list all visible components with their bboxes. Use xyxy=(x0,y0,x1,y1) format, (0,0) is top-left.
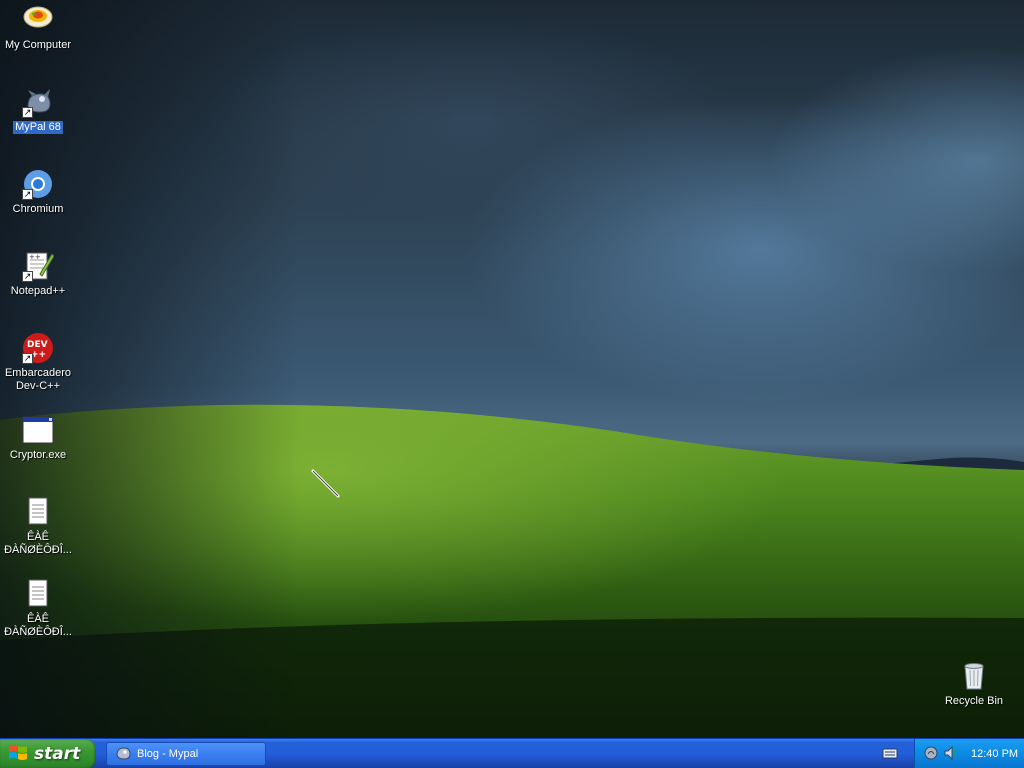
taskbar-button-label: Blog - Mypal xyxy=(137,748,199,760)
desktop[interactable]: My Computer ↗ MyPal 68 ↗ Chromium ++ ↗ N… xyxy=(0,0,1024,738)
start-label: start xyxy=(34,744,81,764)
desktop-icon-label: Chromium xyxy=(12,203,64,215)
taskbar-button-blog-mypal[interactable]: Blog - Mypal xyxy=(106,742,266,766)
desktop-icon-label: ÊÀÊ ÐÀÑØÈÔÐÎ... xyxy=(4,531,72,556)
svg-text:++: ++ xyxy=(31,350,46,360)
recycle-bin-icon xyxy=(958,660,990,692)
shortcut-arrow-icon: ↗ xyxy=(22,189,33,200)
desktop-icon-cryptor[interactable]: Cryptor.exe xyxy=(0,414,76,462)
shortcut-arrow-icon: ↗ xyxy=(22,107,33,118)
desktop-icon-recycle-bin[interactable]: Recycle Bin xyxy=(936,660,1012,708)
mypal-icon xyxy=(115,745,131,764)
text-file-icon xyxy=(22,578,54,610)
mypal-icon: ↗ xyxy=(22,86,54,118)
desktop-icon-text-file-1[interactable]: ÊÀÊ ÐÀÑØÈÔÐÎ... xyxy=(0,496,76,557)
desktop-icon-label: ÊÀÊ ÐÀÑØÈÔÐÎ... xyxy=(4,613,72,638)
desktop-icon-devcpp[interactable]: DEV ++ ↗ Embarcadero Dev-C++ xyxy=(0,332,76,393)
keyboard-icon[interactable] xyxy=(882,745,898,764)
desktop-icon-label: Embarcadero Dev-C++ xyxy=(4,367,72,392)
text-file-icon xyxy=(22,496,54,528)
desktop-icon-mypal[interactable]: ↗ MyPal 68 xyxy=(0,86,76,134)
desktop-icon-label: Recycle Bin xyxy=(944,695,1004,707)
svg-text:DEV: DEV xyxy=(27,340,48,350)
windows-logo-icon xyxy=(8,743,28,766)
devcpp-icon: DEV ++ ↗ xyxy=(22,332,54,364)
notepadpp-icon: ++ ↗ xyxy=(22,250,55,282)
shortcut-arrow-icon: ↗ xyxy=(22,353,33,364)
desktop-icon-label: Cryptor.exe xyxy=(9,449,67,461)
svg-text:++: ++ xyxy=(29,253,41,261)
chromium-icon: ↗ xyxy=(22,168,54,200)
desktop-icon-chromium[interactable]: ↗ Chromium xyxy=(0,168,76,216)
shortcut-arrow-icon: ↗ xyxy=(22,271,33,282)
my-computer-icon xyxy=(22,4,54,36)
exe-window-icon xyxy=(22,414,54,446)
desktop-icon-text-file-2[interactable]: ÊÀÊ ÐÀÑØÈÔÐÎ... xyxy=(0,578,76,639)
network-icon[interactable] xyxy=(923,745,939,764)
desktop-icon-notepadpp[interactable]: ++ ↗ Notepad++ xyxy=(0,250,76,298)
taskbar: start Blog - Mypal 12:40 PM xyxy=(0,738,1024,768)
volume-icon[interactable] xyxy=(943,745,959,764)
desktop-icon-label: My Computer xyxy=(4,39,72,51)
system-tray: 12:40 PM xyxy=(914,739,1024,768)
desktop-icon-label: MyPal 68 xyxy=(13,121,63,134)
mouse-cursor xyxy=(311,469,340,498)
start-button[interactable]: start xyxy=(0,739,96,768)
clock[interactable]: 12:40 PM xyxy=(971,748,1018,760)
desktop-icon-my-computer[interactable]: My Computer xyxy=(0,4,76,52)
desktop-icon-label: Notepad++ xyxy=(10,285,66,297)
